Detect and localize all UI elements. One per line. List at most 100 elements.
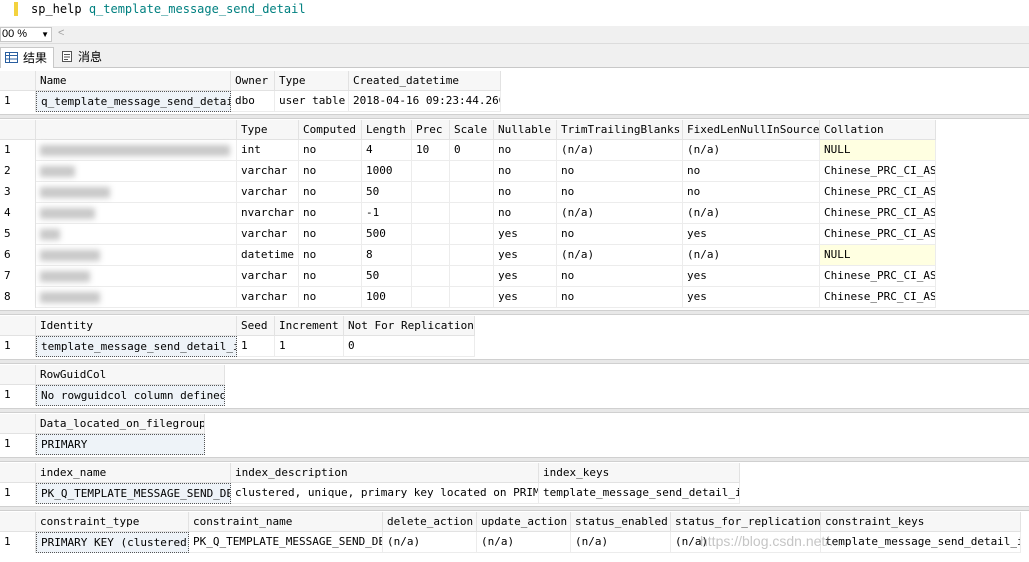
grid-cell[interactable]: 10 [412, 140, 450, 161]
column-header[interactable]: Prec [412, 120, 450, 140]
query-editor[interactable]: sp_help q_template_message_send_detail [0, 0, 1029, 26]
grid-corner[interactable] [0, 414, 36, 434]
column-header[interactable]: constraint_type [36, 512, 189, 532]
grid-cell[interactable]: NULL [820, 140, 936, 161]
grid-cell[interactable]: 4 [362, 140, 412, 161]
grid-cell[interactable] [450, 224, 494, 245]
column-header[interactable]: update_action [477, 512, 571, 532]
grid-cell[interactable]: varchar [237, 161, 299, 182]
column-header[interactable]: RowGuidCol [36, 365, 225, 385]
column-header[interactable]: Type [237, 120, 299, 140]
grid-cell[interactable]: user table [275, 91, 349, 112]
row-number[interactable]: 4 [0, 203, 36, 224]
grid-cell[interactable]: (n/a) [683, 245, 820, 266]
grid-cell[interactable]: 500 [362, 224, 412, 245]
chevron-down-icon[interactable]: ▼ [41, 28, 49, 41]
grid-cell[interactable]: q_template_message_send_detail [36, 91, 231, 112]
grid-cell[interactable]: yes [494, 224, 557, 245]
grid-cell[interactable]: nvarchar [237, 203, 299, 224]
column-header[interactable]: Length [362, 120, 412, 140]
grid-cell[interactable]: varchar [237, 182, 299, 203]
grid-cell[interactable]: No rowguidcol column defined. [36, 385, 225, 406]
grid-cell[interactable]: no [299, 266, 362, 287]
column-header[interactable]: Not For Replication [344, 316, 475, 336]
row-number[interactable]: 5 [0, 224, 36, 245]
grid-cell[interactable]: Chinese_PRC_CI_AS [820, 182, 936, 203]
grid-cell[interactable]: no [299, 224, 362, 245]
row-number[interactable]: 1 [0, 483, 36, 504]
row-number[interactable]: 1 [0, 336, 36, 357]
column-header[interactable]: TrimTrailingBlanks [557, 120, 683, 140]
grid-cell[interactable]: Chinese_PRC_CI_AS [820, 287, 936, 308]
grid-cell[interactable]: yes [683, 266, 820, 287]
row-number[interactable]: 2 [0, 161, 36, 182]
grid-cell[interactable] [450, 287, 494, 308]
grid-cell[interactable]: no [494, 182, 557, 203]
grid-cell[interactable]: (n/a) [683, 140, 820, 161]
row-number[interactable]: 1 [0, 434, 36, 455]
grid-cell[interactable]: yes [494, 287, 557, 308]
grid-cell[interactable]: -1 [362, 203, 412, 224]
grid-cell[interactable] [412, 224, 450, 245]
grid-cell[interactable]: no [299, 245, 362, 266]
grid-cell[interactable] [450, 245, 494, 266]
column-header[interactable]: status_enabled [571, 512, 671, 532]
column-header[interactable] [36, 120, 237, 140]
grid-corner[interactable] [0, 316, 36, 336]
column-header[interactable]: index_name [36, 463, 231, 483]
grid-cell[interactable]: no [299, 161, 362, 182]
zoom-select[interactable]: 00 % ▼ [0, 27, 52, 42]
column-header[interactable]: Collation [820, 120, 936, 140]
grid-cell[interactable] [412, 203, 450, 224]
column-header[interactable]: Computed [299, 120, 362, 140]
grid-cell[interactable]: yes [683, 224, 820, 245]
grid-cell[interactable]: no [557, 161, 683, 182]
grid-corner[interactable] [0, 512, 36, 532]
grid-cell[interactable]: 100 [362, 287, 412, 308]
column-header[interactable]: Nullable [494, 120, 557, 140]
grid-cell[interactable]: yes [494, 245, 557, 266]
column-header[interactable]: Name [36, 71, 231, 91]
grid-cell[interactable]: 1 [275, 336, 344, 357]
grid-cell[interactable]: (n/a) [557, 245, 683, 266]
grid-cell[interactable]: 0 [344, 336, 475, 357]
grid-cell[interactable]: yes [494, 266, 557, 287]
grid-cell[interactable]: dbo [231, 91, 275, 112]
grid-cell[interactable]: no [557, 266, 683, 287]
grid-cell[interactable]: template_message_send_detail_id [821, 532, 1021, 553]
grid-cell[interactable]: PK_Q_TEMPLATE_MESSAGE_SEND_DET [36, 483, 231, 504]
grid-cell[interactable]: varchar [237, 287, 299, 308]
grid-cell[interactable]: Chinese_PRC_CI_AS [820, 224, 936, 245]
grid-cell[interactable]: 0 [450, 140, 494, 161]
grid-cell[interactable]: no [557, 182, 683, 203]
column-header[interactable]: constraint_name [189, 512, 383, 532]
grid-cell[interactable]: Chinese_PRC_CI_AS [820, 161, 936, 182]
grid-cell[interactable]: (n/a) [383, 532, 477, 553]
grid-cell[interactable] [412, 161, 450, 182]
grid-cell[interactable]: (n/a) [557, 140, 683, 161]
grid-cell[interactable] [450, 203, 494, 224]
grid-cell[interactable] [36, 224, 237, 245]
grid-corner[interactable] [0, 120, 36, 140]
grid-cell[interactable]: 8 [362, 245, 412, 266]
grid-cell[interactable] [412, 182, 450, 203]
grid-cell[interactable]: clustered, unique, primary key located o… [231, 483, 539, 504]
grid-cell[interactable] [450, 182, 494, 203]
grid-cell[interactable]: int [237, 140, 299, 161]
grid-cell[interactable]: NULL [820, 245, 936, 266]
grid-cell[interactable]: 1000 [362, 161, 412, 182]
column-header[interactable]: Created_datetime [349, 71, 501, 91]
column-header[interactable]: Increment [275, 316, 344, 336]
grid-cell[interactable]: 50 [362, 182, 412, 203]
grid-corner[interactable] [0, 463, 36, 483]
grid-cell[interactable] [412, 245, 450, 266]
grid-cell[interactable]: no [299, 203, 362, 224]
grid-cell[interactable]: no [557, 287, 683, 308]
grid-corner[interactable] [0, 71, 36, 91]
column-header[interactable]: Data_located_on_filegroup [36, 414, 205, 434]
column-header[interactable]: Identity [36, 316, 237, 336]
grid-cell[interactable]: (n/a) [477, 532, 571, 553]
tab-results[interactable]: 结果 [0, 47, 55, 68]
row-number[interactable]: 3 [0, 182, 36, 203]
row-number[interactable]: 1 [0, 91, 36, 112]
